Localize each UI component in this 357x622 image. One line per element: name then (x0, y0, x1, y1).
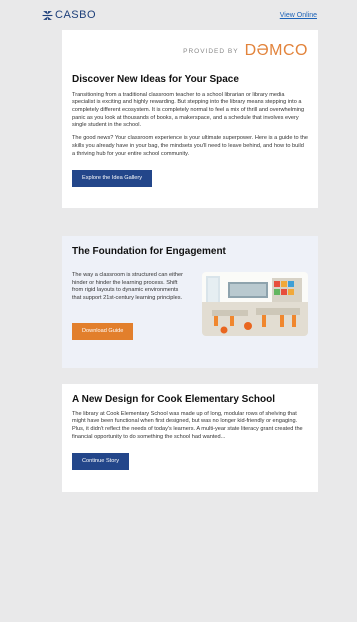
intro-card: PROVIDED BY DƏMCO Discover New Ideas for… (62, 30, 318, 208)
top-bar: CASBO View Online (0, 0, 357, 30)
intro-paragraph-2: The good news? Your classroom experience… (72, 135, 309, 157)
cook-paragraph: The library at Cook Elementary School wa… (72, 410, 303, 440)
engagement-title: The Foundation for Engagement (72, 246, 226, 257)
provided-by-label: PROVIDED BY (183, 47, 239, 55)
engagement-card: The Foundation for Engagement The way a … (62, 236, 318, 368)
explore-gallery-button[interactable]: Explore the Idea Gallery (72, 170, 153, 188)
cook-elementary-card: A New Design for Cook Elementary School … (62, 384, 318, 492)
view-online-link[interactable]: View Online (280, 12, 317, 19)
email-page: CASBO View Online PROVIDED BY DƏMCO Disc… (0, 0, 357, 622)
casbo-mark-icon (42, 10, 53, 20)
header-logo[interactable]: CASBO (42, 9, 96, 21)
classroom-image (202, 272, 308, 336)
cook-title: A New Design for Cook Elementary School (72, 394, 276, 405)
demco-logo[interactable]: DƏMCO (245, 42, 308, 60)
intro-title: Discover New Ideas for Your Space (72, 74, 239, 85)
header-brand-text: CASBO (55, 9, 97, 21)
sponsor-row: PROVIDED BY DƏMCO (62, 30, 318, 60)
download-guide-button[interactable]: Download Guide (72, 323, 134, 340)
engagement-paragraph: The way a classroom is structured can ei… (72, 272, 183, 302)
intro-paragraph-1: Transitioning from a traditional classro… (72, 91, 305, 129)
continue-story-button[interactable]: Continue Story (72, 453, 130, 471)
